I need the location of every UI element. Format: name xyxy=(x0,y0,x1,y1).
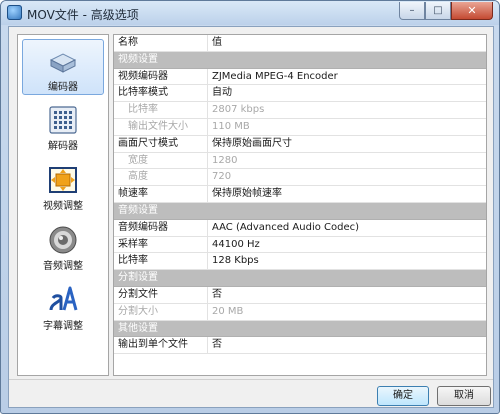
property-row-disabled: 分割大小 20 MB xyxy=(114,303,486,321)
property-value: 20 MB xyxy=(212,305,244,317)
property-row[interactable]: 帧速率 保持原始帧速率 xyxy=(114,186,486,203)
video-adjust-icon xyxy=(49,167,77,193)
dialog-body: 编码器 解码器 视频调整 音频调整 字幕调整 名称 值 视频设置 视频编码器 Z… xyxy=(8,26,494,408)
sidebar-item-label: 视频调整 xyxy=(43,201,83,212)
property-row[interactable]: 画面尺寸模式 保持原始画面尺寸 xyxy=(114,135,486,153)
sidebar-item-label: 音频调整 xyxy=(43,261,83,272)
property-value[interactable]: 自动 xyxy=(208,85,486,101)
section-header-row[interactable]: 视频设置 xyxy=(114,51,486,69)
property-row[interactable]: 输出到单个文件否 xyxy=(114,337,486,355)
section-header-row[interactable]: 音频设置 xyxy=(114,202,486,220)
sidebar-item-label: 字幕调整 xyxy=(43,321,83,332)
sidebar-item-label: 解码器 xyxy=(48,141,78,152)
grid-header-row: 名称 值 xyxy=(114,35,486,52)
section-title: 其他设置 xyxy=(118,322,158,334)
property-name: 视频编码器 xyxy=(114,68,208,85)
category-sidebar: 编码器 解码器 视频调整 音频调整 字幕调整 xyxy=(17,34,109,376)
section-header-row[interactable]: 其他设置 xyxy=(114,320,486,338)
section-title: 视频设置 xyxy=(118,53,158,65)
property-name: 音频编码器 xyxy=(114,219,208,236)
property-value[interactable]: 保持原始帧速率 xyxy=(208,186,486,202)
property-name: 输出到单个文件 xyxy=(114,337,208,354)
property-row[interactable]: 视频编码器 ZJMedia MPEG-4 Encoder xyxy=(114,68,486,86)
property-value[interactable]: AAC (Advanced Audio Codec) xyxy=(208,220,486,236)
property-row[interactable]: 比特率 128 Kbps xyxy=(114,253,486,271)
property-name: 分割文件 xyxy=(114,286,208,303)
sidebar-item-video-adjust[interactable]: 视频调整 xyxy=(22,159,104,215)
window-title: MOV文件 - 高级选项 xyxy=(27,8,139,22)
property-row-disabled: 比特率 2807 kbps xyxy=(114,102,486,119)
dialog-window: MOV文件 - 高级选项 – □ ✕ 编码器 解码器 视频调整 音频调整 字幕调… xyxy=(0,0,500,414)
close-button[interactable]: ✕ xyxy=(451,2,493,20)
property-row-disabled: 宽度 1280 xyxy=(114,152,486,170)
maximize-button[interactable]: □ xyxy=(425,2,451,20)
app-icon xyxy=(7,5,22,20)
subtitle-adjust-icon xyxy=(49,286,78,311)
cancel-button[interactable]: 取消 xyxy=(437,386,491,406)
property-value: 1280 xyxy=(212,154,238,166)
property-name: 分割大小 xyxy=(114,303,208,320)
minimize-button[interactable]: – xyxy=(399,2,425,20)
property-grid[interactable]: 名称 值 视频设置视频编码器 ZJMedia MPEG-4 Encoder 比特率模… xyxy=(113,34,487,376)
property-name: 输出文件大小 xyxy=(114,118,208,135)
property-name: 高度 xyxy=(114,169,208,186)
property-value: 110 MB xyxy=(212,120,250,132)
property-value[interactable]: 保持原始画面尺寸 xyxy=(208,136,486,152)
sidebar-item-subtitle-adjust[interactable]: 字幕调整 xyxy=(22,279,104,335)
section-title: 音频设置 xyxy=(118,204,158,216)
sidebar-item-encoder[interactable]: 编码器 xyxy=(22,39,104,95)
property-name: 比特率 xyxy=(114,102,208,118)
property-value[interactable]: 128 Kbps xyxy=(208,253,486,269)
property-name: 画面尺寸模式 xyxy=(114,135,208,152)
property-name: 比特率模式 xyxy=(114,85,208,102)
property-value[interactable]: 否 xyxy=(208,337,486,353)
property-name: 帧速率 xyxy=(114,186,208,202)
property-row[interactable]: 分割文件否 xyxy=(114,286,486,304)
property-value[interactable]: 44100 Hz xyxy=(208,237,486,253)
property-value: 720 xyxy=(212,171,232,183)
property-row-disabled: 高度 720 xyxy=(114,169,486,187)
property-value: 2807 kbps xyxy=(212,104,265,116)
property-value[interactable]: ZJMedia MPEG-4 Encoder xyxy=(208,69,486,85)
decoder-icon xyxy=(49,106,77,134)
property-row-disabled: 输出文件大小 110 MB xyxy=(114,118,486,136)
property-name: 宽度 xyxy=(114,152,208,169)
sidebar-item-label: 编码器 xyxy=(48,82,78,93)
ok-button[interactable]: 确定 xyxy=(377,386,429,406)
property-row[interactable]: 音频编码器 AAC (Advanced Audio Codec) xyxy=(114,219,486,237)
title-bar[interactable]: MOV文件 - 高级选项 – □ ✕ xyxy=(1,1,499,25)
footer-divider xyxy=(9,379,493,380)
audio-adjust-icon xyxy=(49,226,77,254)
property-name: 采样率 xyxy=(114,236,208,253)
property-name: 比特率 xyxy=(114,253,208,270)
column-header-name: 名称 xyxy=(114,35,208,51)
section-title: 分割设置 xyxy=(118,272,158,284)
property-value[interactable]: 否 xyxy=(208,287,486,303)
window-controls: – □ ✕ xyxy=(399,2,493,20)
property-grid-rows: 名称 值 视频设置视频编码器 ZJMedia MPEG-4 Encoder 比特率模… xyxy=(114,35,486,355)
property-row[interactable]: 比特率模式 自动 xyxy=(114,85,486,103)
property-row[interactable]: 采样率 44100 Hz xyxy=(114,236,486,254)
sidebar-item-decoder[interactable]: 解码器 xyxy=(22,99,104,155)
column-header-value: 值 xyxy=(212,37,222,48)
sidebar-item-audio-adjust[interactable]: 音频调整 xyxy=(22,219,104,275)
encoder-icon xyxy=(49,53,77,73)
section-header-row[interactable]: 分割设置 xyxy=(114,270,486,287)
